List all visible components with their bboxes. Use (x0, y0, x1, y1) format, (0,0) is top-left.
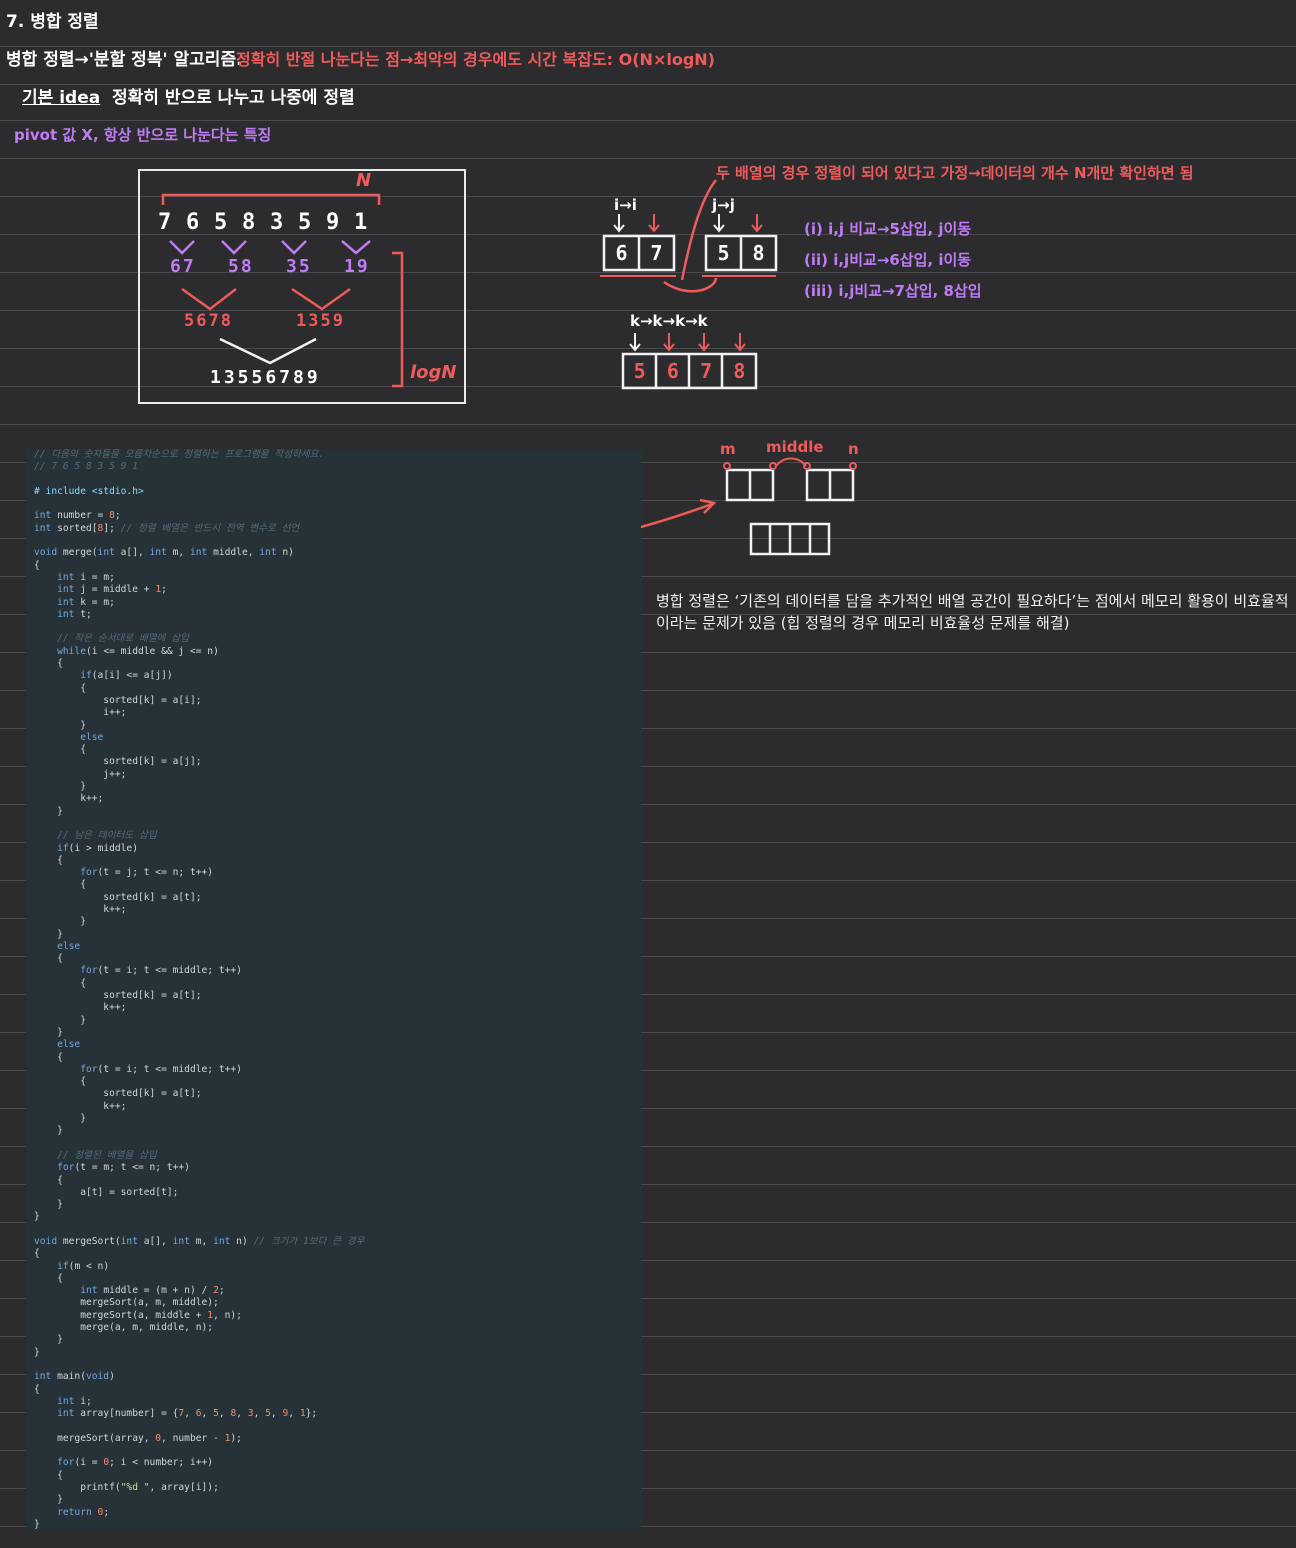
n-marker (849, 462, 857, 470)
k-pointer-label: k→k→k→k (630, 312, 708, 330)
array-cell: 5 (717, 241, 730, 265)
tree-quad: 5678 (184, 311, 233, 331)
tree-leaf-number: 5 (214, 210, 230, 235)
tree-row-4: 13556789 (210, 367, 321, 388)
memory-efficiency-note: 병합 정렬은 ‘기존의 데이터를 담을 추가적인 배열 공간이 필요하다’는 점… (656, 592, 1289, 632)
right-array-values: 58 (706, 240, 776, 268)
left-array-values: 67 (604, 240, 674, 268)
tree-quad: 1359 (296, 311, 345, 331)
down-arrow-icon (751, 214, 763, 233)
tree-leaf-number: 8 (242, 210, 258, 235)
n-param-label: n (848, 440, 859, 458)
merged-array-cell: 5 (633, 359, 646, 383)
logn-bracket (392, 251, 404, 388)
middle-arc (775, 457, 807, 467)
down-arrow-icon (698, 333, 710, 352)
down-arrow-icon (613, 214, 625, 233)
merge-vee (291, 287, 351, 311)
tree-leaf-number: 7 (158, 210, 174, 235)
tree-leaf-number: 3 (270, 210, 286, 235)
middle-label: middle (766, 438, 824, 456)
split-chevron (221, 240, 247, 255)
n-label: N (356, 170, 372, 191)
tree-leaf-number: 1 (354, 210, 370, 235)
merged-array-cell: 6 (666, 359, 679, 383)
merged-array-cell: 7 (700, 359, 713, 383)
j-pointer-label: j→j (712, 196, 735, 214)
down-arrow-icon (734, 333, 746, 352)
n-bracket (161, 193, 381, 205)
m-label: m (720, 440, 736, 458)
down-arrow-icon (713, 214, 725, 233)
merged-array-cell: 8 (733, 359, 746, 383)
tree-leaf-number: 6 (186, 210, 202, 235)
split-chevron (281, 240, 307, 255)
merge-step: (i) i,j 비교→5삽입, j이동 (804, 220, 972, 238)
array-cell: 8 (752, 241, 765, 265)
array-cell: 7 (650, 241, 663, 265)
down-arrow-icon (629, 333, 641, 352)
array-cell: 6 (615, 241, 628, 265)
i-pointer-label: i→i (614, 196, 637, 214)
merge-vee-final (219, 337, 317, 365)
split-chevron (341, 240, 371, 255)
merged-array-values: 5678 (623, 358, 756, 386)
tree-pair: 58 (228, 256, 254, 277)
m-marker (723, 462, 731, 470)
down-arrow-icon (648, 214, 660, 233)
merge-sort-source-code: // 다음의 숫자들을 오름차순으로 정렬하는 프로그램을 작성하세요. // … (34, 449, 365, 1530)
tree-leaf-number: 5 (298, 210, 314, 235)
middle-marker (769, 462, 777, 470)
merge-step: (iii) i,j비교→7삽입, 8삽입 (804, 282, 982, 300)
sorted-arrays-note: 두 배열의 경우 정렬이 되어 있다고 가정→데이터의 개수 N개만 확인하면 … (716, 164, 1194, 182)
tree-pair: 19 (344, 256, 370, 277)
logn-label: logN (410, 362, 457, 383)
merge-vee (181, 287, 237, 311)
split-chevron (169, 240, 195, 255)
down-arrow-icon (663, 333, 675, 352)
tree-pair: 35 (286, 256, 312, 277)
tree-leaf-number: 9 (326, 210, 342, 235)
code-screenshot: // 다음의 숫자들을 오름차순으로 정렬하는 프로그램을 작성하세요. // … (26, 449, 641, 1531)
merge-step: (ii) i,j비교→6삽입, i이동 (804, 251, 972, 269)
tree-pair: 67 (170, 256, 196, 277)
